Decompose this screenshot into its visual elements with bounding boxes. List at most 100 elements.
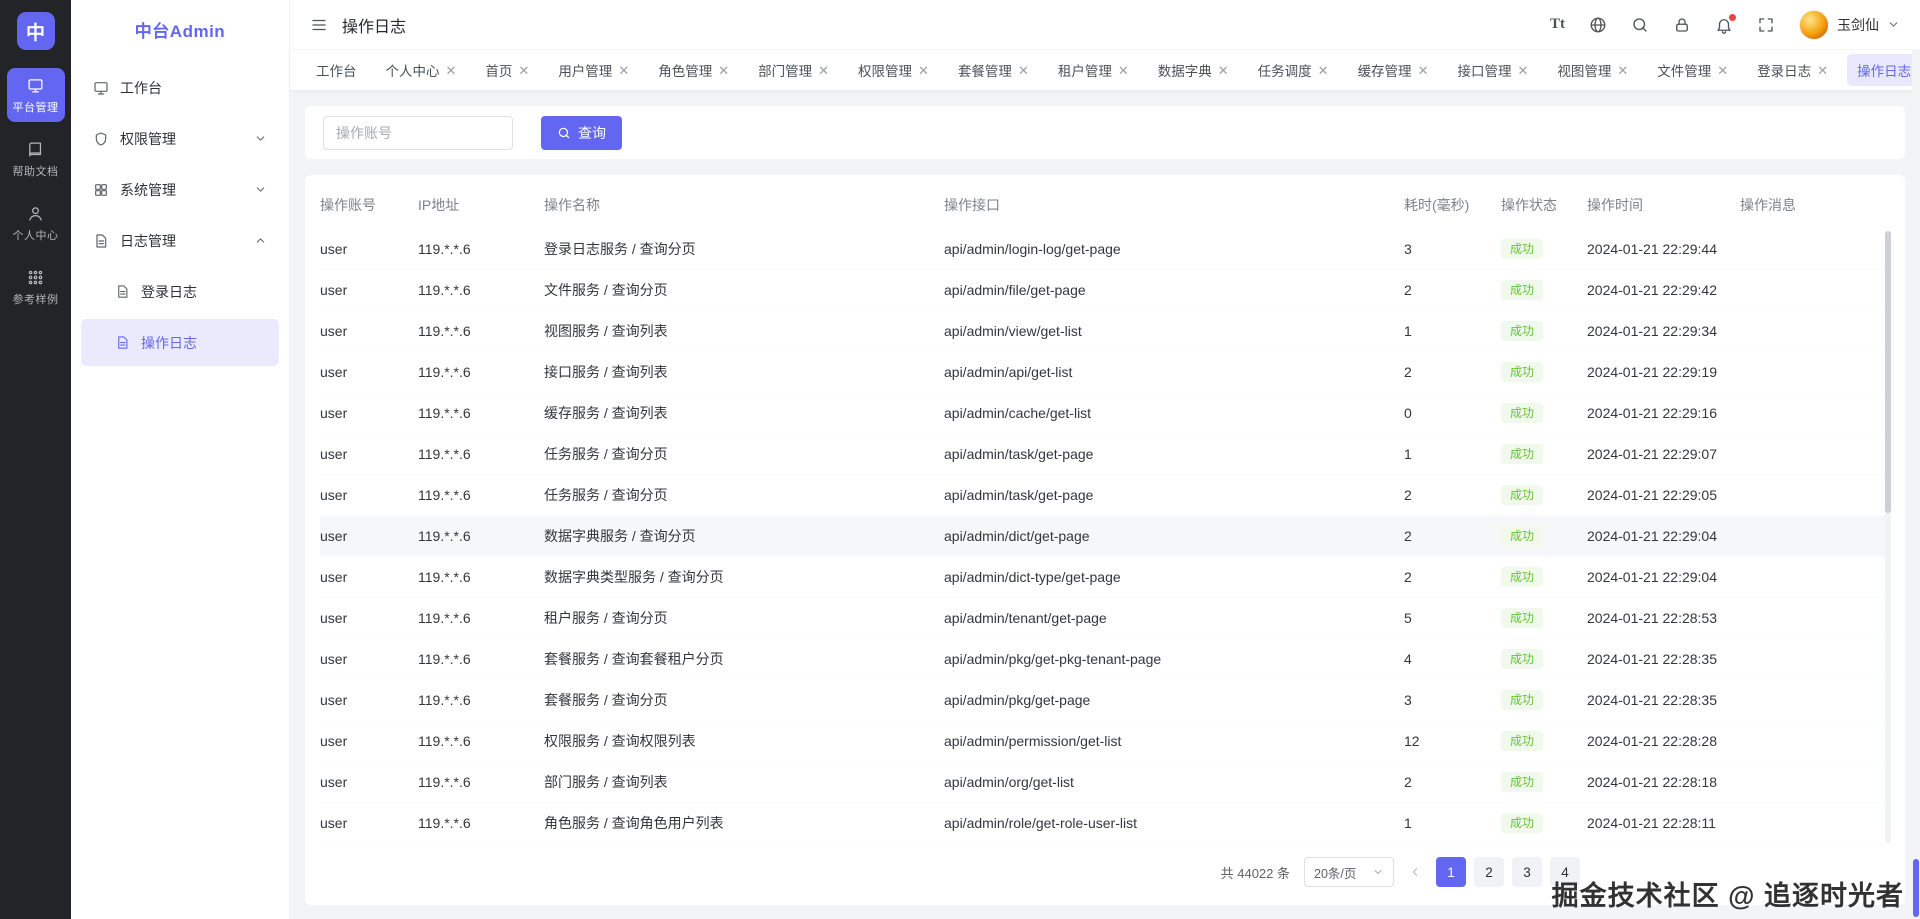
doc-icon — [115, 284, 130, 299]
table-row[interactable]: user 119.*.*.6 部门服务 / 查询列表 api/admin/org/ge… — [320, 762, 1890, 803]
tab-4[interactable]: 角色管理 ✕ — [648, 54, 739, 86]
rail-item-help-docs[interactable]: 帮助文档 — [7, 132, 65, 186]
cell-time: 2024-01-21 22:28:53 — [1587, 610, 1717, 626]
close-icon[interactable]: ✕ — [518, 64, 529, 77]
close-icon[interactable]: ✕ — [1817, 64, 1828, 77]
cell-ms: 1 — [1404, 815, 1412, 831]
chevron-down-icon — [1372, 866, 1384, 878]
table-row[interactable]: user 119.*.*.6 租户服务 / 查询分页 api/admin/tenant… — [320, 598, 1890, 639]
cell-account: user — [320, 692, 348, 708]
close-icon[interactable]: ✕ — [446, 64, 457, 77]
rail-menu: 平台管理 帮助文档 个人中心 参考样例 — [0, 68, 71, 314]
table-row[interactable]: user 119.*.*.6 数据字典类型服务 / 查询分页 api/admin/di… — [320, 557, 1890, 598]
tab-16[interactable]: 操作日志 ✕ — [1847, 54, 1920, 86]
close-icon[interactable]: ✕ — [1318, 64, 1329, 77]
page-scrollbar-thumb[interactable] — [1913, 859, 1919, 917]
hamburger-icon[interactable] — [310, 16, 328, 34]
page-button-1[interactable]: 1 — [1436, 857, 1466, 887]
table-scrollbar[interactable] — [1885, 231, 1891, 843]
tab-0[interactable]: 工作台 — [306, 54, 367, 86]
tab-15[interactable]: 登录日志 ✕ — [1747, 54, 1838, 86]
search-button[interactable]: 查询 — [541, 115, 622, 150]
search-icon[interactable] — [1631, 16, 1649, 34]
profile-icon — [27, 205, 44, 222]
sidebar-item-1[interactable]: 权限管理 — [81, 115, 279, 162]
tab-8[interactable]: 租户管理 ✕ — [1048, 54, 1139, 86]
cell-time: 2024-01-21 22:29:16 — [1587, 405, 1717, 421]
tab-label: 权限管理 — [858, 64, 913, 79]
close-icon[interactable]: ✕ — [1617, 64, 1628, 77]
tab-6[interactable]: 权限管理 ✕ — [848, 54, 939, 86]
cell-ip: 119.*.*.6 — [418, 282, 471, 298]
table-row[interactable]: user 119.*.*.6 权限服务 / 查询权限列表 api/admin/perm… — [320, 721, 1890, 762]
tab-3[interactable]: 用户管理 ✕ — [548, 54, 639, 86]
tab-13[interactable]: 视图管理 ✕ — [1547, 54, 1638, 86]
table-row[interactable]: user 119.*.*.6 角色服务 / 查询角色用户列表 api/admin/ro… — [320, 803, 1890, 844]
table-row[interactable]: user 119.*.*.6 接口服务 / 查询列表 api/admin/api/ge… — [320, 352, 1890, 393]
tab-2[interactable]: 首页 ✕ — [475, 54, 539, 86]
table-row[interactable]: user 119.*.*.6 套餐服务 / 查询分页 api/admin/pkg/ge… — [320, 680, 1890, 721]
sidebar-item-2[interactable]: 系统管理 — [81, 166, 279, 213]
cell-account: user — [320, 405, 348, 421]
table-row[interactable]: user 119.*.*.6 任务服务 / 查询分页 api/admin/task/g… — [320, 475, 1890, 516]
user-menu[interactable]: 玉剑仙 — [1799, 9, 1900, 40]
cell-ms: 1 — [1404, 323, 1412, 339]
rail-item-samples[interactable]: 参考样例 — [7, 260, 65, 314]
page-scrollbar[interactable] — [1912, 50, 1920, 919]
rail-item-profile[interactable]: 个人中心 — [7, 196, 65, 250]
close-icon[interactable]: ✕ — [1018, 64, 1029, 77]
page-button-2[interactable]: 2 — [1474, 857, 1504, 887]
close-icon[interactable]: ✕ — [1118, 64, 1129, 77]
page-button-4[interactable]: 4 — [1550, 857, 1580, 887]
sidebar-item-3[interactable]: 日志管理 — [81, 217, 279, 264]
tab-1[interactable]: 个人中心 ✕ — [376, 54, 467, 86]
tab-5[interactable]: 部门管理 ✕ — [748, 54, 839, 86]
close-icon[interactable]: ✕ — [718, 64, 729, 77]
cell-ip: 119.*.*.6 — [418, 610, 471, 626]
table-body: user 119.*.*.6 登录日志服务 / 查询分页 api/admin/logi… — [320, 229, 1890, 844]
tab-7[interactable]: 套餐管理 ✕ — [948, 54, 1039, 86]
table-row[interactable]: user 119.*.*.6 套餐服务 / 查询套餐租户分页 api/admin/pk… — [320, 639, 1890, 680]
cell-time: 2024-01-21 22:29:04 — [1587, 528, 1717, 544]
prev-page-button[interactable] — [1408, 865, 1422, 879]
table-row[interactable]: user 119.*.*.6 数据字典服务 / 查询分页 api/admin/dict… — [320, 516, 1890, 557]
cell-account: user — [320, 487, 348, 503]
close-icon[interactable]: ✕ — [1517, 64, 1528, 77]
tab-12[interactable]: 接口管理 ✕ — [1447, 54, 1538, 86]
status-badge: 成功 — [1501, 813, 1544, 833]
tab-10[interactable]: 任务调度 ✕ — [1248, 54, 1339, 86]
tab-label: 视图管理 — [1557, 64, 1612, 79]
tab-9[interactable]: 数据字典 ✕ — [1148, 54, 1239, 86]
tab-14[interactable]: 文件管理 ✕ — [1647, 54, 1738, 86]
lock-icon[interactable] — [1673, 16, 1691, 34]
rail-item-platform[interactable]: 平台管理 — [6, 68, 65, 122]
sidebar-subitem-1[interactable]: 操作日志 — [81, 319, 279, 366]
close-icon[interactable]: ✕ — [918, 64, 929, 77]
fullscreen-icon[interactable] — [1757, 16, 1775, 34]
close-icon[interactable]: ✕ — [1218, 64, 1229, 77]
menu-item-label: 日志管理 — [120, 232, 176, 249]
table-row[interactable]: user 119.*.*.6 文件服务 / 查询分页 api/admin/file/g… — [320, 270, 1890, 311]
table-row[interactable]: user 119.*.*.6 登录日志服务 / 查询分页 api/admin/logi… — [320, 229, 1890, 270]
table-row[interactable]: user 119.*.*.6 缓存服务 / 查询列表 api/admin/cache/… — [320, 393, 1890, 434]
close-icon[interactable]: ✕ — [818, 64, 829, 77]
sidebar-subitem-0[interactable]: 登录日志 — [81, 268, 279, 315]
cell-account: user — [320, 282, 348, 298]
tab-label: 文件管理 — [1657, 64, 1712, 79]
tab-label: 用户管理 — [558, 64, 613, 79]
close-icon[interactable]: ✕ — [1717, 64, 1728, 77]
bell-icon[interactable] — [1715, 13, 1736, 34]
tab-11[interactable]: 缓存管理 ✕ — [1348, 54, 1439, 86]
globe-icon[interactable] — [1589, 16, 1607, 34]
table-scrollbar-thumb[interactable] — [1885, 231, 1891, 513]
close-icon[interactable]: ✕ — [1418, 64, 1429, 77]
close-icon[interactable]: ✕ — [618, 64, 629, 77]
sidebar-item-0[interactable]: 工作台 — [81, 64, 279, 111]
page-button-3[interactable]: 3 — [1512, 857, 1542, 887]
search-input[interactable] — [323, 115, 513, 150]
text-size-icon[interactable]: Tt — [1550, 16, 1565, 33]
page-size-select[interactable]: 20条/页 — [1304, 857, 1394, 887]
table-row[interactable]: user 119.*.*.6 视图服务 / 查询列表 api/admin/view/g… — [320, 311, 1890, 352]
grid-icon — [93, 182, 109, 198]
table-row[interactable]: user 119.*.*.6 任务服务 / 查询分页 api/admin/task/g… — [320, 434, 1890, 475]
